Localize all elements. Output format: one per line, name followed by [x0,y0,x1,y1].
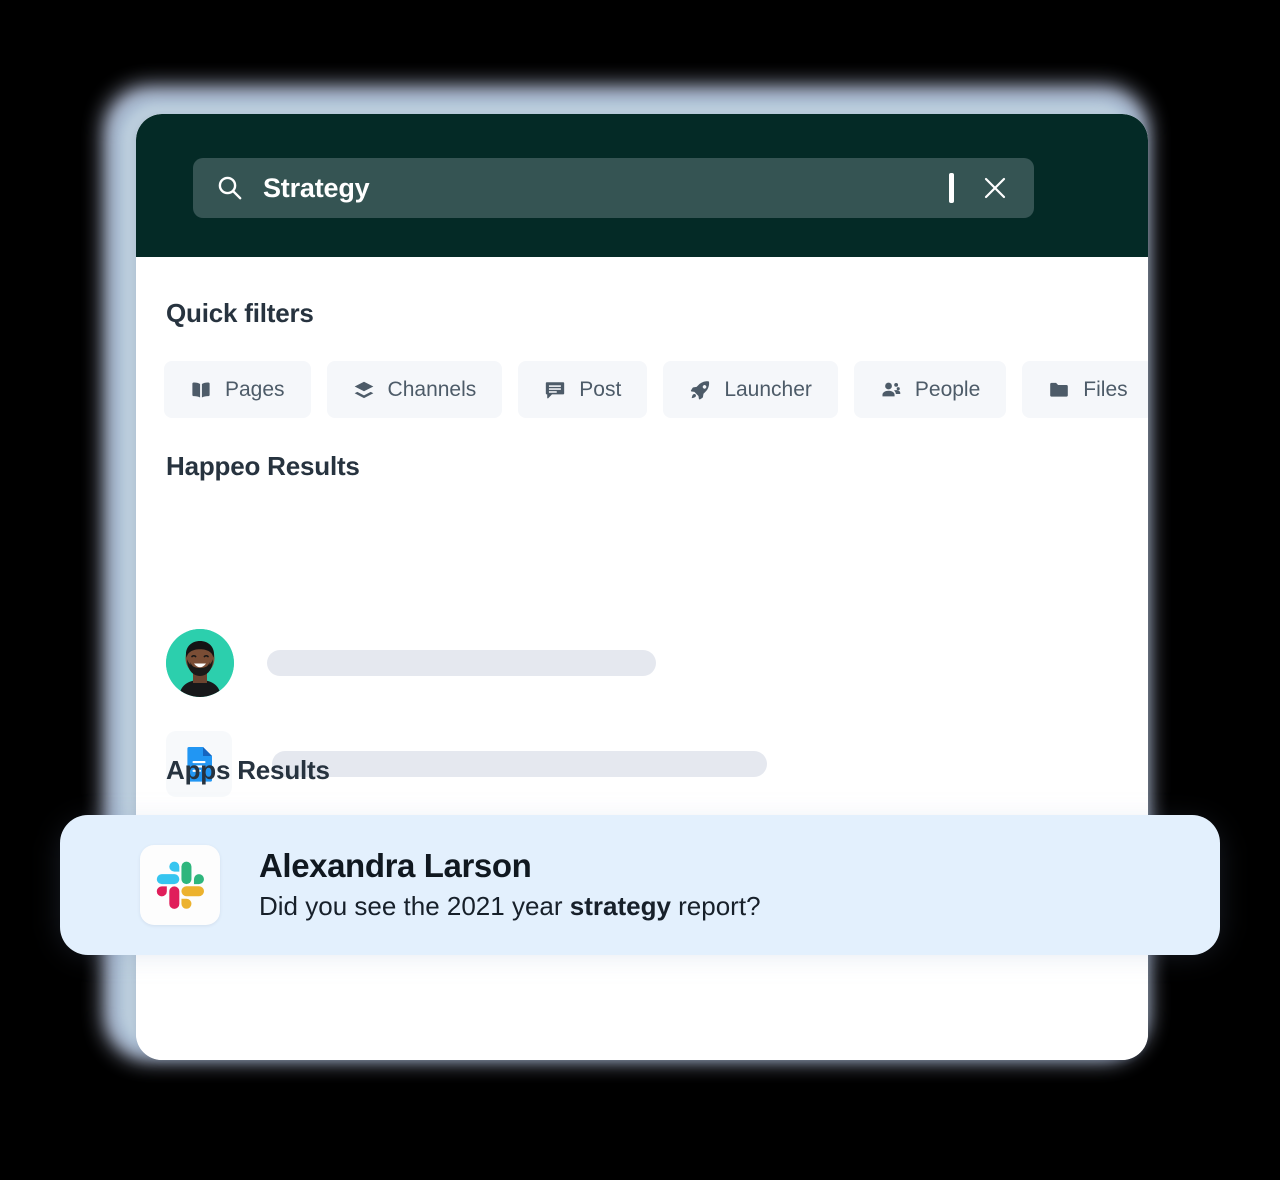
quick-filters-heading: Quick filters [166,298,314,328]
layers-icon [354,381,373,398]
result-placeholder-bar [272,751,767,777]
quick-filters-list: Pages Channels Post Launcher People File… [164,361,1148,418]
screenshot-stage: Strategy Quick filters Pages Channels Po… [0,0,1280,1180]
quick-filter-label: Files [1083,377,1128,401]
quick-filter-pages[interactable]: Pages [164,361,311,418]
result-placeholder-bar [267,650,656,676]
happeo-results-heading: Happeo Results [166,451,360,481]
quick-filter-files[interactable]: Files [1022,361,1148,418]
chat-bubble-icon [546,381,565,398]
avatar [166,629,234,697]
result-row-person[interactable] [166,629,656,697]
message-suffix: report? [670,890,761,921]
quick-filter-label: People [914,377,981,401]
people-icon [882,382,901,396]
quick-filter-launcher[interactable]: Launcher [663,361,838,418]
quick-filter-label: Channels [387,377,477,401]
search-icon [218,176,242,200]
quick-filter-people[interactable]: People [853,361,1007,418]
user-avatar-photo [166,629,234,697]
quick-filter-post[interactable]: Post [518,361,648,418]
message-highlight: strategy [569,890,671,921]
quick-filter-label: Launcher [724,377,812,401]
slack-message-card[interactable]: Alexandra Larson Did you see the 2021 ye… [60,815,1220,955]
quick-filter-label: Post [579,377,622,401]
notification-text: Alexandra Larson Did you see the 2021 ye… [259,847,761,922]
slack-icon [156,861,204,909]
slack-tile [140,845,220,925]
message-prefix: Did you see the 2021 year [259,890,570,921]
apps-results-heading: Apps Results [166,755,330,785]
close-icon[interactable] [980,173,1010,203]
search-input[interactable]: Strategy [193,158,1034,218]
quick-filter-channels[interactable]: Channels [326,361,503,418]
search-query-text: Strategy [263,172,370,203]
rocket-icon [691,380,710,399]
quick-filter-label: Pages [225,377,285,401]
sender-name: Alexandra Larson [259,847,532,885]
search-header: Strategy [136,114,1148,257]
book-icon [192,381,210,398]
text-cursor [949,173,954,203]
folder-icon [1050,382,1069,397]
message-preview: Did you see the 2021 year strategy repor… [259,891,761,922]
